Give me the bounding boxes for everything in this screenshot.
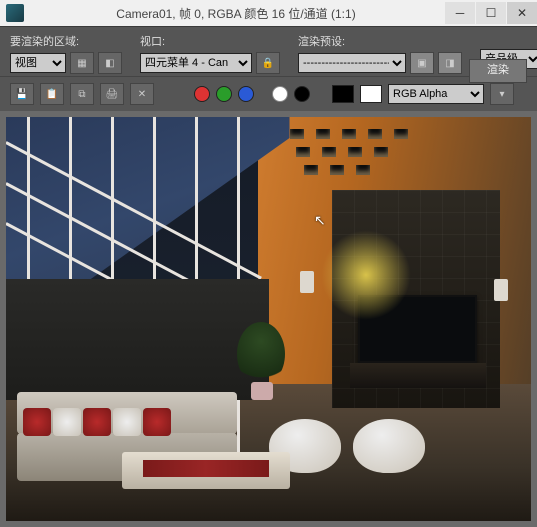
label-render-area: 要渲染的区域: [10, 33, 122, 49]
toolbar-row-2: 💾 📋 ⧉ 🖨 ✕ RGB Alpha ▾ [0, 76, 537, 111]
section-render-area: 要渲染的区域: 视图 ▦ ◧ [10, 33, 122, 74]
channel-dropdown-icon[interactable]: ▾ [490, 83, 514, 105]
swatch-white[interactable] [360, 85, 382, 103]
preset-tool-2-icon[interactable]: ◨ [438, 52, 462, 74]
lock-icon[interactable]: 🔒 [256, 52, 280, 74]
minimize-button[interactable]: ─ [445, 2, 475, 24]
maximize-button[interactable]: ☐ [476, 2, 506, 24]
copy-icon[interactable]: 📋 [40, 83, 64, 105]
print-icon[interactable]: 🖨 [100, 83, 124, 105]
channel-mono-icon[interactable] [294, 86, 310, 102]
viewport-select[interactable]: 四元菜单 4 - Can [140, 53, 252, 73]
channel-green-icon[interactable] [216, 86, 232, 102]
label-output [480, 33, 537, 45]
render-viewport: ↖ [0, 111, 537, 527]
preset-tool-1-icon[interactable]: ▣ [410, 52, 434, 74]
label-preset: 渲染预设: [298, 33, 462, 49]
region-tool-2-icon[interactable]: ◧ [98, 52, 122, 74]
section-viewport: 视口: 四元菜单 4 - Can 🔒 [140, 33, 280, 74]
toolbar-row-1: 要渲染的区域: 视图 ▦ ◧ 视口: 四元菜单 4 - Can 🔒 渲染预设: [0, 27, 537, 76]
channel-red-icon[interactable] [194, 86, 210, 102]
channel-blue-icon[interactable] [238, 86, 254, 102]
render-button[interactable]: 渲染 [469, 59, 527, 83]
clear-icon[interactable]: ✕ [130, 83, 154, 105]
clone-icon[interactable]: ⧉ [70, 83, 94, 105]
rendered-image: ↖ [6, 117, 531, 521]
swatch-black[interactable] [332, 85, 354, 103]
section-preset: 渲染预设: ------------------------ ▣ ◨ [298, 33, 462, 74]
app-icon [6, 4, 24, 22]
preset-select[interactable]: ------------------------ [298, 53, 406, 73]
label-viewport: 视口: [140, 33, 280, 49]
channel-select[interactable]: RGB Alpha [388, 84, 484, 104]
window-buttons: ─ ☐ ✕ [444, 2, 537, 24]
toolbar: 渲染 要渲染的区域: 视图 ▦ ◧ 视口: 四元菜单 4 - Can 🔒 渲染预… [0, 26, 537, 111]
channel-alpha-icon[interactable] [272, 86, 288, 102]
render-area-select[interactable]: 视图 [10, 53, 66, 73]
close-button[interactable]: ✕ [507, 2, 537, 24]
window-title: Camera01, 帧 0, RGBA 颜色 16 位/通道 (1:1) [28, 5, 444, 22]
titlebar: Camera01, 帧 0, RGBA 颜色 16 位/通道 (1:1) ─ ☐… [0, 0, 537, 26]
region-tool-1-icon[interactable]: ▦ [70, 52, 94, 74]
save-icon[interactable]: 💾 [10, 83, 34, 105]
